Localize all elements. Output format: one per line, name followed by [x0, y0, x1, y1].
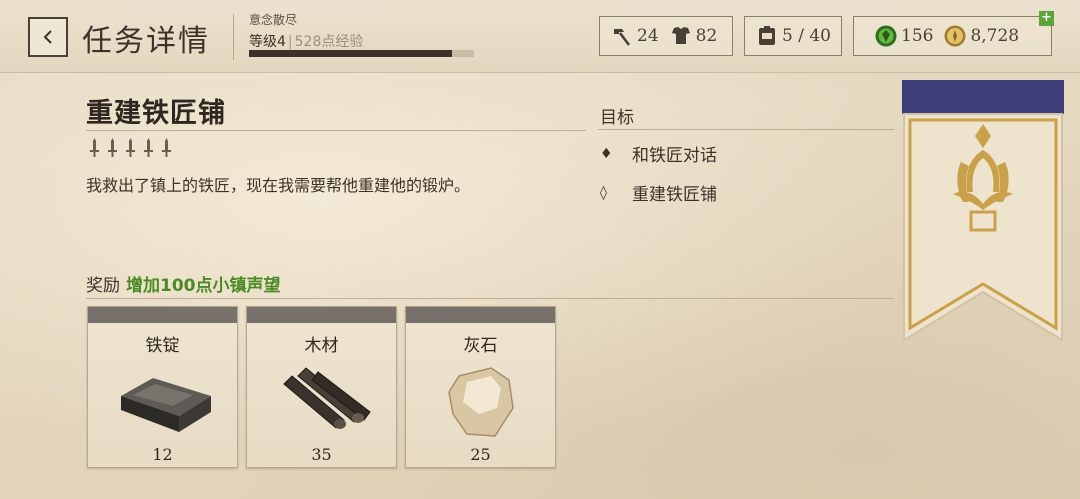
- xp-label: 528点经验: [294, 34, 364, 50]
- quest-title: 重建铁匠铺: [86, 98, 226, 129]
- iron-ingot-icon: [113, 362, 213, 440]
- stats-tools-armor[interactable]: 24 82: [599, 16, 733, 56]
- gold-coin-icon: [943, 24, 967, 48]
- faction-banner: [902, 80, 1064, 342]
- sword-icon: [88, 138, 101, 162]
- gold-count: 8,728: [970, 26, 1020, 46]
- gem-count: 156: [901, 26, 934, 46]
- tools-count: 24: [637, 26, 659, 46]
- material-quantity: 25: [470, 445, 491, 464]
- sword-icon: [106, 138, 119, 162]
- page-title: 任务详情: [82, 24, 210, 59]
- objectives-header: 目标: [600, 108, 634, 128]
- divider: [233, 14, 234, 60]
- objective-item: ◊ 重建铁匠铺: [600, 180, 717, 206]
- armor-count: 82: [695, 26, 718, 46]
- sword-icon: [142, 138, 155, 162]
- material-name: 木材: [304, 336, 339, 356]
- divider: [598, 129, 894, 130]
- wood-logs-icon: [272, 362, 372, 440]
- level-label: 等级4: [249, 34, 286, 50]
- reward-text: 增加100点小镇声望: [126, 276, 281, 296]
- material-quantity: 35: [311, 445, 332, 464]
- add-currency-button[interactable]: +: [1039, 11, 1054, 26]
- card-header-strip: [247, 307, 396, 323]
- sword-icon: [124, 138, 137, 162]
- material-card-wood[interactable]: 木材 35: [246, 306, 397, 468]
- back-button[interactable]: [28, 17, 68, 57]
- objective-label: 和铁匠对话: [632, 146, 717, 166]
- xp-progress-fill: [249, 50, 452, 57]
- limestone-icon: [431, 362, 531, 440]
- chevron-left-icon: [43, 30, 52, 44]
- card-header-strip: [88, 307, 237, 323]
- material-quantity: 12: [152, 445, 173, 464]
- divider: [86, 298, 894, 299]
- reward-label: 奖励: [86, 276, 120, 296]
- top-bar: 任务详情 意念散尽 等级4 | 528点经验 24 82 5 / 40 156 …: [0, 0, 1080, 73]
- inventory-count: 5 / 40: [782, 26, 831, 46]
- quest-description: 我救出了镇上的铁匠，现在我需要帮他重建他的锻炉。: [86, 176, 471, 195]
- objective-pending-icon: ◊: [600, 184, 607, 201]
- backpack-icon: [755, 24, 779, 48]
- player-status: 意念散尽: [249, 13, 298, 27]
- xp-progress-bar: [249, 50, 474, 57]
- level-info: 等级4 | 528点经验: [249, 34, 364, 50]
- material-name: 灰石: [463, 336, 498, 356]
- objective-item: ♦ 和铁匠对话: [600, 141, 717, 167]
- objective-complete-icon: ♦: [600, 145, 613, 162]
- objective-label: 重建铁匠铺: [632, 185, 717, 205]
- armor-icon: [669, 24, 693, 48]
- divider: [86, 130, 586, 131]
- reward-line: 奖励 增加100点小镇声望: [86, 271, 281, 296]
- difficulty-rating: [88, 138, 173, 162]
- hammer-icon: [610, 24, 634, 48]
- sword-icon: [160, 138, 173, 162]
- material-card-limestone[interactable]: 灰石 25: [405, 306, 556, 468]
- gem-icon: [874, 24, 898, 48]
- card-header-strip: [406, 307, 555, 323]
- stats-currency[interactable]: 156 8,728: [853, 16, 1052, 56]
- material-card-iron-ingot[interactable]: 铁锭 12: [87, 306, 238, 468]
- stats-inventory[interactable]: 5 / 40: [744, 16, 842, 56]
- material-name: 铁锭: [145, 336, 180, 356]
